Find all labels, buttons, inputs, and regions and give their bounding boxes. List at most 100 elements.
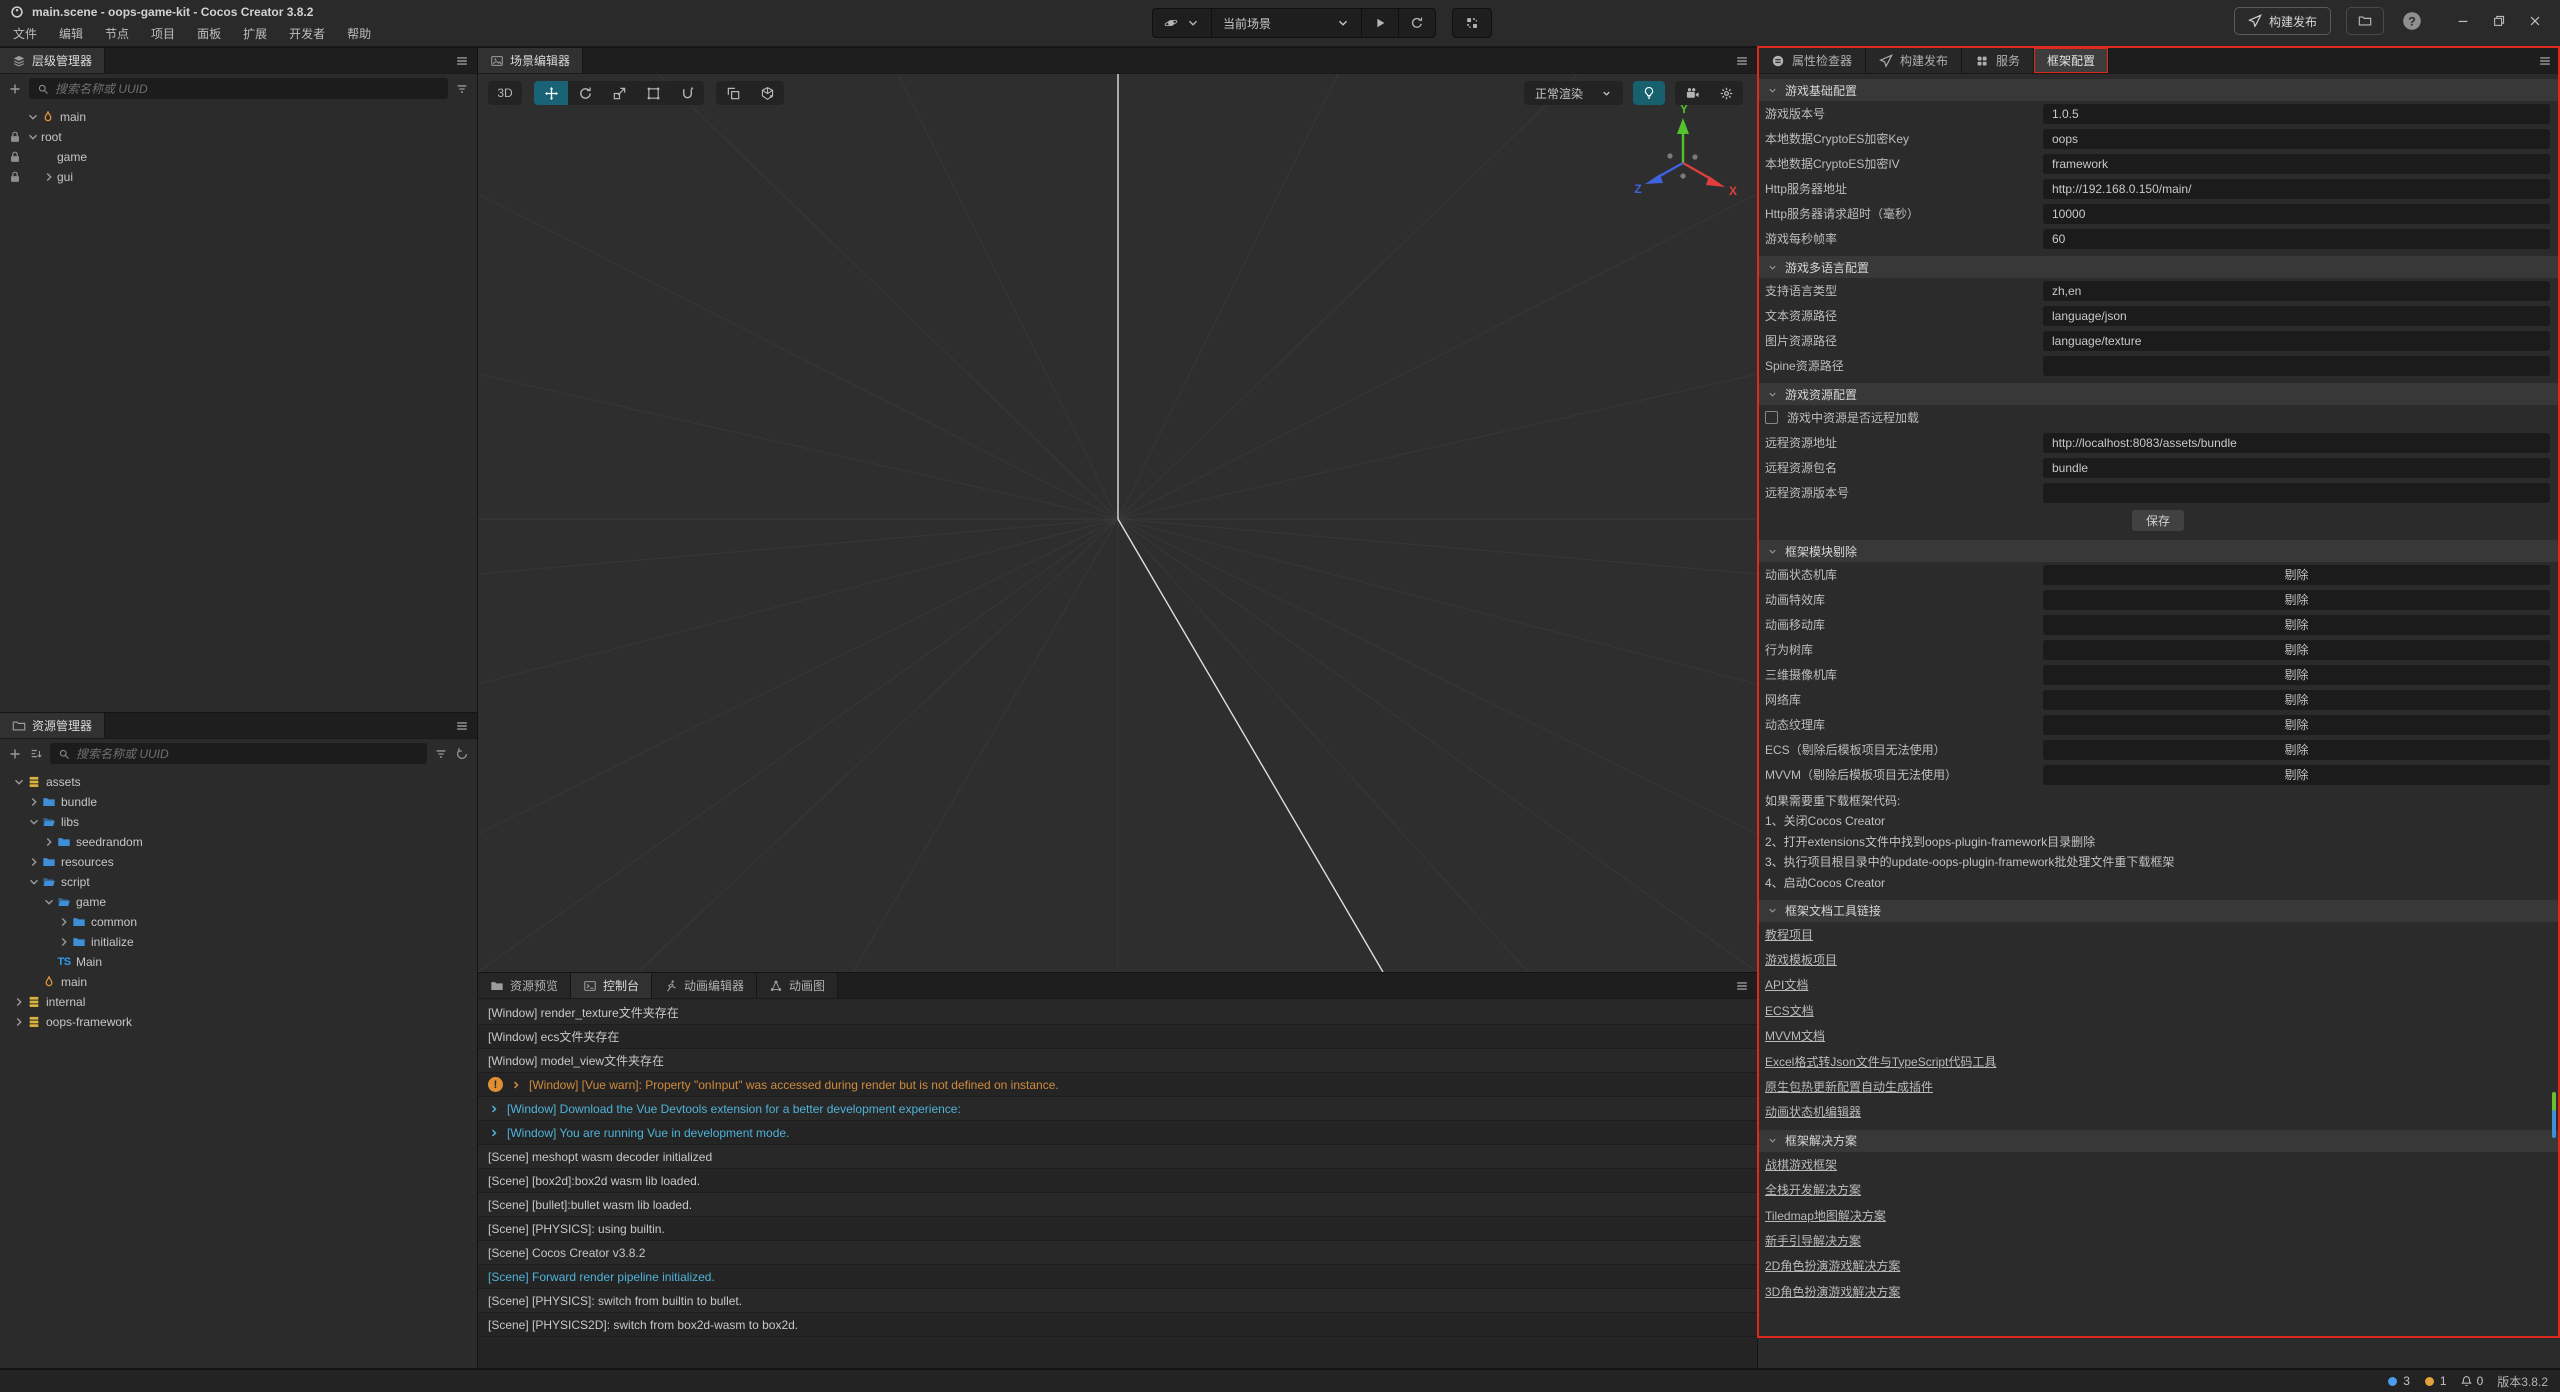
log-row[interactable]: [Scene] meshopt wasm decoder initialized — [478, 1145, 1757, 1169]
log-row[interactable]: [Scene] [box2d]:box2d wasm lib loaded. — [478, 1169, 1757, 1193]
asset-node-initialize[interactable]: initialize — [0, 932, 477, 952]
log-row[interactable]: [Scene] [PHYSICS2D]: switch from box2d-w… — [478, 1313, 1757, 1337]
remove-module-button[interactable]: 剔除 — [2043, 765, 2550, 785]
log-row[interactable]: [Window] Download the Vue Devtools exten… — [478, 1097, 1757, 1121]
field-input-远程资源包名[interactable] — [2043, 458, 2550, 478]
snap-settings-button[interactable] — [716, 81, 750, 105]
move-tool-button[interactable] — [534, 81, 568, 105]
hierarchy-search[interactable] — [29, 78, 448, 99]
minimize-button[interactable] — [2448, 8, 2478, 34]
log-row[interactable]: [Scene] Forward render pipeline initiali… — [478, 1265, 1757, 1289]
menu-文件[interactable]: 文件 — [2, 22, 48, 45]
link-2D角色扮演游戏解决方案[interactable]: 2D角色扮演游戏解决方案 — [1765, 1257, 1900, 1274]
assets-search[interactable] — [50, 743, 427, 764]
section-header-游戏基础配置[interactable]: 游戏基础配置 — [1758, 79, 2560, 101]
filter-icon[interactable] — [455, 82, 469, 96]
help-button[interactable]: ? — [2399, 8, 2425, 34]
menu-icon[interactable] — [1735, 979, 1749, 993]
tab-scene-editor[interactable]: 场景编辑器 — [478, 48, 583, 73]
play-button[interactable] — [1362, 9, 1399, 37]
link-Excel格式转Json文件与TypeScript代码工具[interactable]: Excel格式转Json文件与TypeScript代码工具 — [1765, 1053, 1996, 1070]
reload-button[interactable] — [1399, 9, 1435, 37]
field-input-游戏版本号[interactable] — [2043, 104, 2550, 124]
section-header-游戏多语言配置[interactable]: 游戏多语言配置 — [1758, 256, 2560, 278]
section-header-游戏资源配置[interactable]: 游戏资源配置 — [1758, 383, 2560, 405]
link-新手引导解决方案[interactable]: 新手引导解决方案 — [1765, 1232, 1861, 1249]
menu-开发者[interactable]: 开发者 — [278, 22, 336, 45]
add-asset-icon[interactable] — [8, 747, 22, 761]
field-input-游戏每秒帧率[interactable] — [2043, 229, 2550, 249]
gizmo-space-button[interactable] — [750, 81, 784, 105]
preview-qr-button[interactable] — [1452, 8, 1492, 38]
status-count[interactable]: 3 — [2386, 1374, 2410, 1388]
section-header-框架模块剔除[interactable]: 框架模块剔除 — [1758, 540, 2560, 562]
link-全栈开发解决方案[interactable]: 全栈开发解决方案 — [1765, 1181, 1861, 1198]
asset-node-assets[interactable]: assets — [0, 772, 477, 792]
expand-icon[interactable] — [488, 1127, 500, 1139]
asset-node-script[interactable]: script — [0, 872, 477, 892]
remove-module-button[interactable]: 剔除 — [2043, 615, 2550, 635]
menu-icon[interactable] — [1735, 54, 1749, 68]
menu-项目[interactable]: 项目 — [140, 22, 186, 45]
remote-load-checkbox-row[interactable]: 游戏中资源是否远程加载 — [1758, 405, 2560, 430]
filter-icon[interactable] — [434, 747, 448, 761]
scale-tool-button[interactable] — [602, 81, 636, 105]
link-API文档[interactable]: API文档 — [1765, 976, 1808, 993]
build-publish-button[interactable]: 构建发布 — [2234, 7, 2331, 35]
status-count[interactable]: 1 — [2423, 1374, 2447, 1388]
tab-动画编辑器[interactable]: 动画编辑器 — [652, 973, 757, 998]
tab-属性检查器[interactable]: 属性检查器 — [1758, 48, 1866, 73]
tab-hierarchy[interactable]: 层级管理器 — [0, 48, 105, 73]
link-战棋游戏框架[interactable]: 战棋游戏框架 — [1765, 1156, 1837, 1173]
add-node-icon[interactable] — [8, 82, 22, 96]
dimension-toggle-button[interactable]: 3D — [488, 81, 522, 105]
link-Tiledmap地图解决方案[interactable]: Tiledmap地图解决方案 — [1765, 1207, 1886, 1224]
asset-node-internal[interactable]: internal — [0, 992, 477, 1012]
scrollbar-thumb[interactable] — [2552, 1092, 2556, 1138]
remove-module-button[interactable]: 剔除 — [2043, 565, 2550, 585]
maximize-button[interactable] — [2484, 8, 2514, 34]
tab-assets[interactable]: 资源管理器 — [0, 713, 105, 738]
link-MVVM文档[interactable]: MVVM文档 — [1765, 1027, 1825, 1044]
link-原生包热更新配置自动生成插件[interactable]: 原生包热更新配置自动生成插件 — [1765, 1078, 1933, 1095]
close-button[interactable] — [2520, 8, 2550, 34]
section-header-框架解决方案[interactable]: 框架解决方案 — [1758, 1130, 2560, 1152]
field-input-图片资源路径[interactable] — [2043, 331, 2550, 351]
log-row[interactable]: [Scene] [bullet]:bullet wasm lib loaded. — [478, 1193, 1757, 1217]
remove-module-button[interactable]: 剔除 — [2043, 690, 2550, 710]
field-input-本地数据CryptoES加密Key[interactable] — [2043, 129, 2550, 149]
tab-动画图[interactable]: 动画图 — [757, 973, 838, 998]
hierarchy-node-main[interactable]: main — [0, 107, 477, 127]
link-3D角色扮演游戏解决方案[interactable]: 3D角色扮演游戏解决方案 — [1765, 1283, 1900, 1300]
log-row[interactable]: [Scene] [PHYSICS]: switch from builtin t… — [478, 1289, 1757, 1313]
hierarchy-node-root[interactable]: root — [0, 127, 477, 147]
remove-module-button[interactable]: 剔除 — [2043, 715, 2550, 735]
save-button[interactable]: 保存 — [2132, 510, 2184, 531]
rotate-tool-button[interactable] — [568, 81, 602, 105]
asset-node-common[interactable]: common — [0, 912, 477, 932]
field-input-Spine资源路径[interactable] — [2043, 356, 2550, 376]
menu-面板[interactable]: 面板 — [186, 22, 232, 45]
log-row[interactable]: [Scene] [PHYSICS]: using builtin. — [478, 1217, 1757, 1241]
menu-扩展[interactable]: 扩展 — [232, 22, 278, 45]
field-input-远程资源版本号[interactable] — [2043, 483, 2550, 503]
menu-节点[interactable]: 节点 — [94, 22, 140, 45]
menu-icon[interactable] — [2538, 54, 2552, 68]
tab-服务[interactable]: 服务 — [1962, 48, 2034, 73]
log-row[interactable]: [Window] render_texture文件夹存在 — [478, 1001, 1757, 1025]
link-动画状态机编辑器[interactable]: 动画状态机编辑器 — [1765, 1103, 1861, 1120]
open-project-folder-button[interactable] — [2346, 7, 2384, 35]
menu-帮助[interactable]: 帮助 — [336, 22, 382, 45]
asset-node-seedrandom[interactable]: seedrandom — [0, 832, 477, 852]
log-row[interactable]: [Window] model_view文件夹存在 — [478, 1049, 1757, 1073]
scene-select[interactable]: 当前场景 — [1212, 9, 1362, 37]
asset-node-bundle[interactable]: bundle — [0, 792, 477, 812]
status-count[interactable]: 0 — [2460, 1374, 2484, 1388]
asset-node-main[interactable]: main — [0, 972, 477, 992]
log-row[interactable]: ![Window] [Vue warn]: Property "onInput"… — [478, 1073, 1757, 1097]
remove-module-button[interactable]: 剔除 — [2043, 740, 2550, 760]
rect-tool-button[interactable] — [636, 81, 670, 105]
log-row[interactable]: [Window] You are running Vue in developm… — [478, 1121, 1757, 1145]
scene-light-toggle[interactable] — [1633, 81, 1665, 105]
scene-camera-button[interactable] — [1675, 81, 1709, 105]
